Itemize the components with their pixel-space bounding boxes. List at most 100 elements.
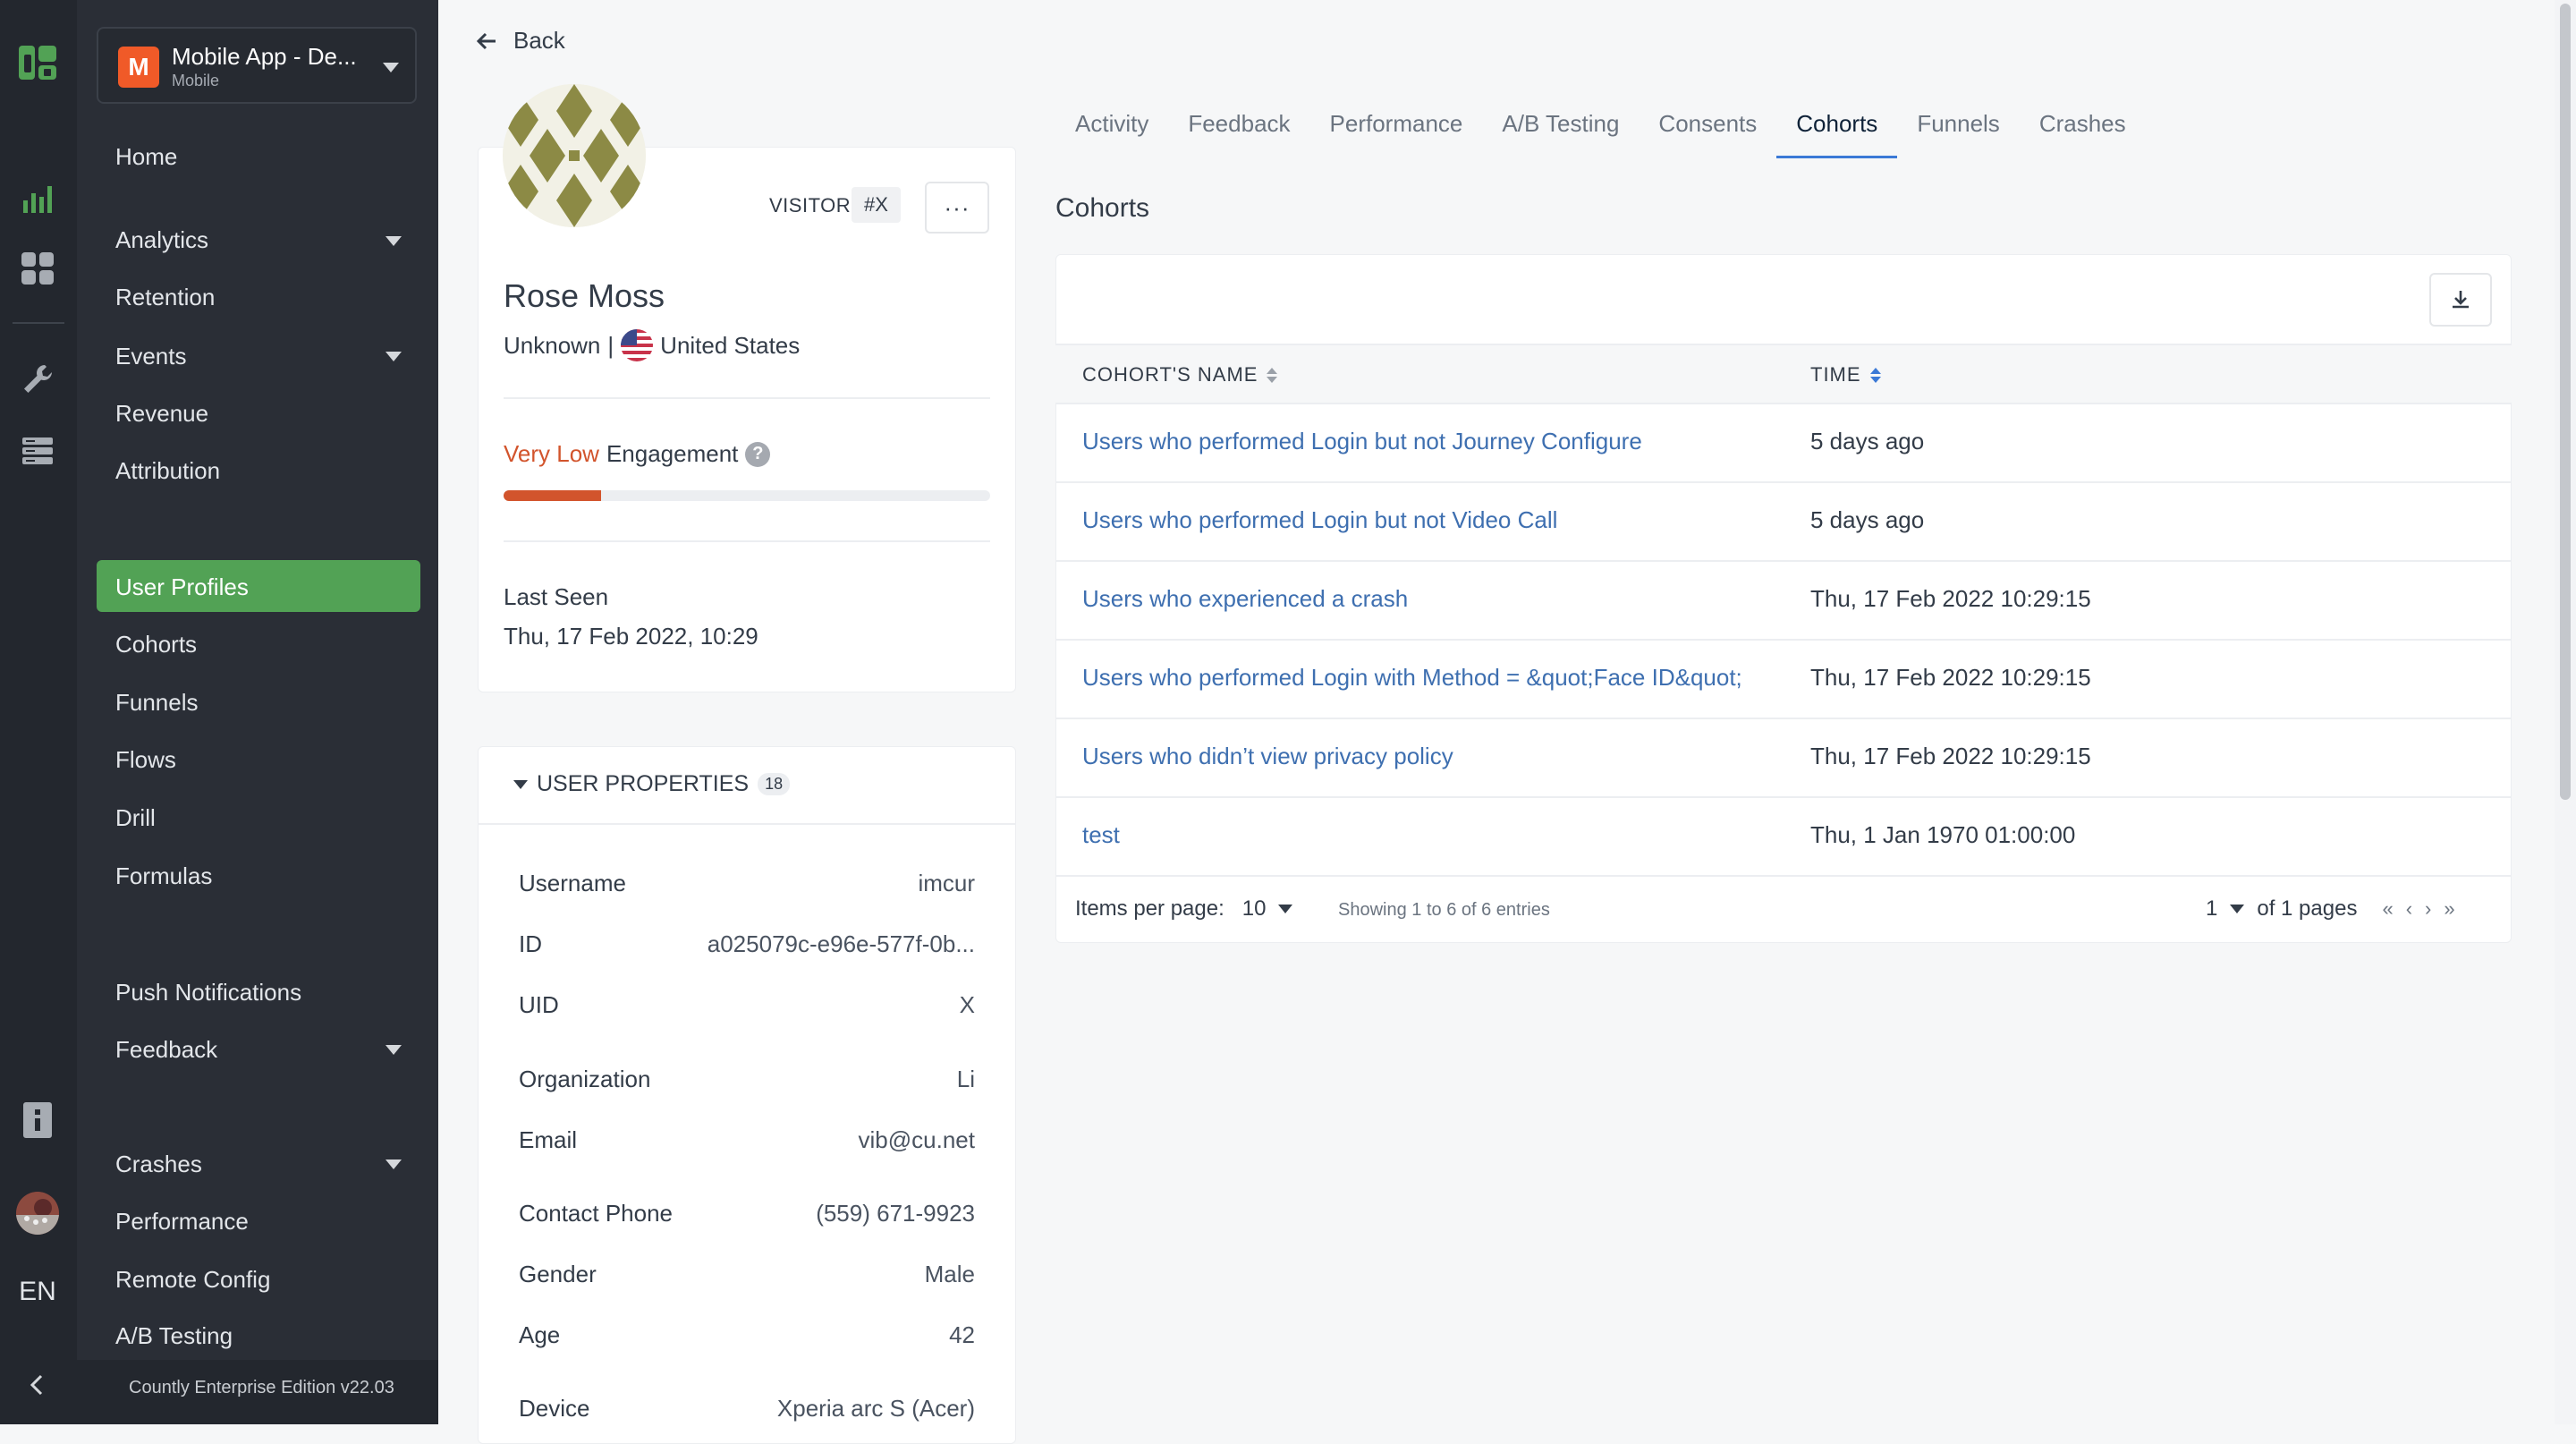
nav-drill[interactable]: Drill — [115, 804, 156, 832]
property-value: vib@cu.net — [858, 1126, 975, 1153]
analytics-bar-chart-icon[interactable] — [16, 177, 59, 220]
collapse-sidebar-icon[interactable] — [16, 1363, 59, 1406]
sort-icon[interactable] — [1267, 367, 1278, 383]
next-page-icon[interactable]: › — [2425, 897, 2431, 921]
app-type: Mobile — [172, 72, 220, 89]
documentation-icon[interactable] — [16, 1099, 59, 1142]
tab-funnels[interactable]: Funnels — [1897, 106, 2020, 156]
user-properties-toggle[interactable]: USER PROPERTIES 18 — [513, 771, 791, 797]
property-key: UID — [519, 991, 559, 1018]
management-wrench-icon[interactable] — [16, 358, 59, 401]
table-header: COHORT'S NAME TIME — [1055, 344, 2512, 404]
chevron-down-icon[interactable] — [386, 236, 402, 246]
property-key: ID — [519, 930, 542, 957]
cohort-name-link[interactable]: test — [1082, 821, 1120, 849]
cohorts-section-title: Cohorts — [1055, 193, 1150, 223]
chevron-down-icon[interactable] — [386, 1045, 402, 1055]
property-row: ID a025079c-e96e-577f-0b... — [519, 930, 975, 958]
nav-funnels[interactable]: Funnels — [115, 689, 199, 717]
nav-crashes[interactable]: Crashes — [115, 1151, 202, 1178]
user-avatar[interactable] — [16, 1192, 59, 1235]
chevron-down-icon[interactable] — [386, 352, 402, 361]
meta-separator: | — [607, 331, 614, 359]
cohort-time: Thu, 17 Feb 2022 10:29:15 — [1810, 664, 2091, 691]
download-button[interactable] — [2429, 273, 2492, 327]
cohort-name-link[interactable]: Users who performed Login but not Journe… — [1082, 428, 1642, 455]
entries-info: Showing 1 to 6 of 6 entries — [1338, 900, 1550, 920]
column-name-label: COHORT'S NAME — [1082, 363, 1258, 386]
sort-icon[interactable] — [1869, 367, 1881, 383]
tab-consents[interactable]: Consents — [1639, 106, 1776, 156]
property-key: Device — [519, 1395, 590, 1422]
prev-page-icon[interactable]: ‹ — [2406, 897, 2412, 921]
property-key: Organization — [519, 1066, 651, 1092]
back-link[interactable]: Back — [474, 27, 565, 55]
cohort-time: 5 days ago — [1810, 428, 1925, 454]
app-name: Mobile App - De... — [172, 43, 357, 70]
nav-feedback[interactable]: Feedback — [115, 1036, 217, 1064]
column-header-time[interactable]: TIME — [1810, 363, 1881, 386]
language-switcher[interactable]: EN — [16, 1270, 59, 1313]
tab-activity[interactable]: Activity — [1055, 106, 1168, 156]
nav-home[interactable]: Home — [115, 143, 177, 171]
page-scrollbar-thumb[interactable] — [2560, 4, 2571, 800]
property-key: Gender — [519, 1261, 597, 1287]
user-properties-title: USER PROPERTIES — [537, 771, 750, 796]
first-page-icon[interactable]: « — [2382, 897, 2393, 921]
tab-cohorts[interactable]: Cohorts — [1776, 106, 1898, 158]
nav-formulas[interactable]: Formulas — [115, 862, 212, 890]
dashboards-grid-icon[interactable] — [16, 247, 59, 290]
icon-rail: EN — [0, 0, 77, 1424]
cohort-time: Thu, 17 Feb 2022 10:29:15 — [1810, 743, 2091, 769]
chevron-down-icon — [383, 63, 399, 72]
nav-ab-testing[interactable]: A/B Testing — [115, 1322, 233, 1350]
countly-logo-icon[interactable] — [16, 41, 59, 84]
property-value: Xperia arc S (Acer) — [776, 1395, 975, 1422]
app-badge: M — [118, 47, 159, 88]
us-flag-icon — [621, 329, 654, 361]
nav-cohorts[interactable]: Cohorts — [115, 631, 197, 658]
tab-crashes[interactable]: Crashes — [2020, 106, 2146, 156]
tab-performance[interactable]: Performance — [1310, 106, 1483, 156]
tab-a-b-testing[interactable]: A/B Testing — [1482, 106, 1639, 156]
user-organization: Unknown — [504, 331, 601, 359]
download-icon — [2453, 291, 2469, 309]
help-icon[interactable]: ? — [745, 441, 771, 467]
nav-push-notifications[interactable]: Push Notifications — [115, 979, 301, 1007]
property-row: Device Xperia arc S (Acer) — [519, 1395, 975, 1423]
more-options-button[interactable]: ··· — [925, 182, 989, 234]
cohort-name-link[interactable]: Users who performed Login but not Video … — [1082, 506, 1557, 534]
cohort-name-link[interactable]: Users who didn’t view privacy policy — [1082, 743, 1453, 770]
nav-events[interactable]: Events — [115, 343, 187, 370]
cohort-name-link[interactable]: Users who performed Login with Method = … — [1082, 664, 1742, 692]
property-value: Li — [956, 1066, 975, 1092]
nav-retention[interactable]: Retention — [115, 284, 215, 311]
table-row: Users who performed Login but not Video … — [1055, 483, 2512, 562]
divider — [504, 397, 990, 399]
nav-attribution[interactable]: Attribution — [115, 457, 220, 485]
cohort-name-link[interactable]: Users who experienced a crash — [1082, 585, 1408, 613]
cohort-time: Thu, 1 Jan 1970 01:00:00 — [1810, 821, 2076, 848]
last-page-icon[interactable]: » — [2444, 897, 2454, 921]
tab-feedback[interactable]: Feedback — [1168, 106, 1309, 156]
column-header-name[interactable]: COHORT'S NAME — [1082, 363, 1278, 386]
app-selector[interactable]: M Mobile App - De... Mobile — [97, 27, 417, 104]
nav-performance[interactable]: Performance — [115, 1208, 249, 1236]
nav-analytics[interactable]: Analytics — [115, 226, 208, 254]
chevron-down-icon[interactable] — [386, 1159, 402, 1169]
nav-revenue[interactable]: Revenue — [115, 400, 208, 428]
nav-user-profiles[interactable]: User Profiles — [115, 573, 249, 601]
user-properties-count: 18 — [758, 773, 791, 795]
items-per-page: Items per page: 10 — [1075, 896, 1293, 922]
page-select[interactable]: 1 — [2206, 896, 2245, 922]
cohort-time: Thu, 17 Feb 2022 10:29:15 — [1810, 585, 2091, 612]
property-row: Email vib@cu.net — [519, 1126, 975, 1154]
property-row: Username imcur — [519, 870, 975, 897]
property-row: UID X — [519, 991, 975, 1019]
nav-remote-config[interactable]: Remote Config — [115, 1266, 270, 1294]
table-row: Users who didn’t view privacy policy Thu,… — [1055, 719, 2512, 798]
data-manager-icon[interactable] — [16, 429, 59, 472]
nav-flows[interactable]: Flows — [115, 746, 176, 774]
engagement-bar-fill — [504, 490, 601, 501]
items-per-page-select[interactable]: 10 — [1242, 896, 1293, 922]
